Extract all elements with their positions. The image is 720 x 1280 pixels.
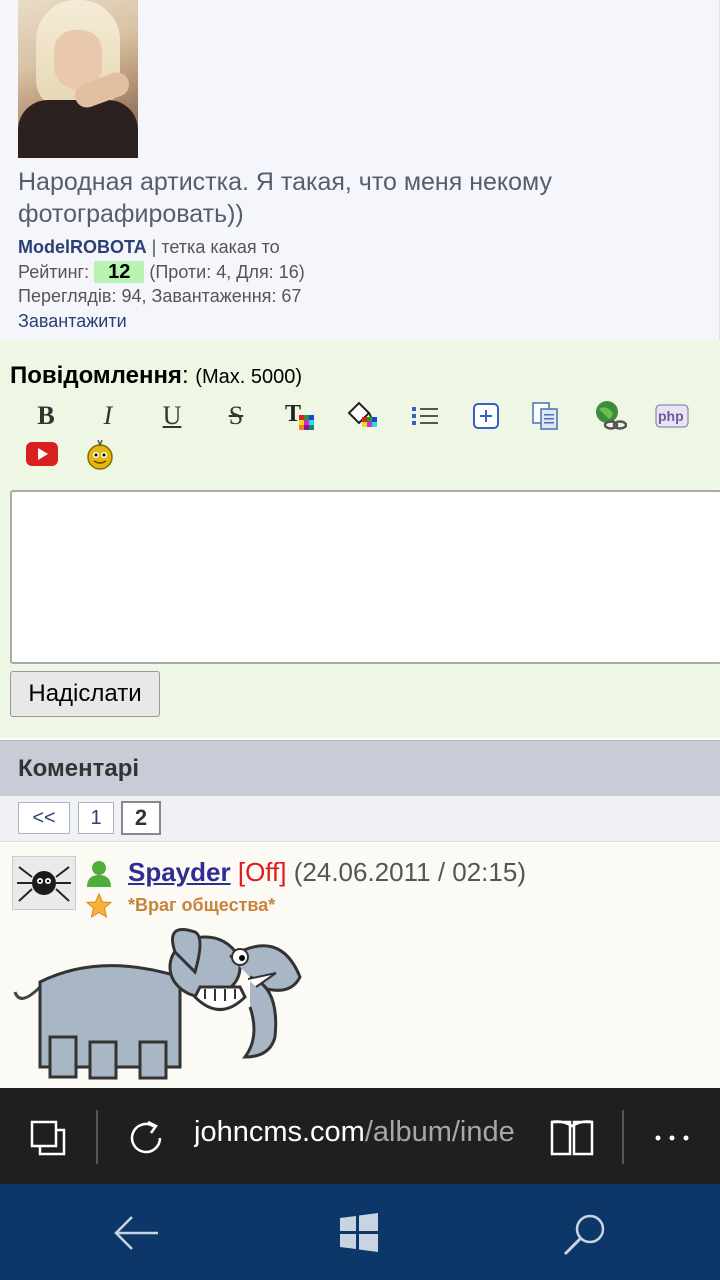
download-link[interactable]: Завантажити: [18, 309, 305, 334]
pager-page-1[interactable]: 1: [78, 802, 114, 834]
photo-body: [18, 100, 138, 158]
tabs-icon[interactable]: [28, 1118, 68, 1163]
comment-time: (24.06.2011 / 02:15): [293, 857, 526, 887]
url-icon[interactable]: [592, 398, 628, 434]
pager-page-2-current: 2: [121, 801, 161, 835]
svg-text:php: php: [658, 408, 684, 424]
message-form: Повідомлення: (Max. 5000) B I U S T php: [0, 340, 720, 738]
photo-author-note: | тетка какая то: [151, 237, 280, 257]
smiley-icon[interactable]: [82, 436, 118, 472]
url-host: johncms.com: [194, 1116, 365, 1148]
avatar: [12, 856, 76, 910]
strikethrough-icon[interactable]: S: [218, 398, 254, 434]
browser-address-bar: johncms.com/album/inde: [0, 1088, 720, 1184]
elephant-image: [10, 927, 310, 1088]
photo-author-link[interactable]: ModelROBOTA: [18, 237, 147, 257]
album-photo[interactable]: [18, 0, 138, 158]
photo-info-block: Народная артистка. Я такая, что меня нек…: [0, 0, 720, 340]
divider: [622, 1110, 624, 1164]
send-button[interactable]: Надіслати: [10, 671, 160, 717]
svg-text:T: T: [285, 401, 301, 427]
list-icon[interactable]: [408, 398, 444, 434]
rating-label: Рейтинг:: [18, 261, 90, 282]
bold-icon[interactable]: B: [28, 398, 64, 434]
online-status: [Off]: [237, 857, 287, 887]
text-color-icon[interactable]: T: [282, 398, 318, 434]
comments-title: Коментарі: [18, 755, 140, 782]
background-color-icon[interactable]: [344, 398, 380, 434]
photo-caption: Народная артистка. Я такая, что меня нек…: [18, 168, 553, 228]
php-icon[interactable]: php: [654, 398, 690, 434]
divider: [96, 1110, 98, 1164]
comment-header: Spayder [Off] (24.06.2011 / 02:15): [128, 857, 526, 888]
youtube-icon[interactable]: [24, 436, 60, 472]
pagination: << 1 2: [0, 796, 720, 842]
star-icon: [85, 892, 113, 924]
message-max: (Max. 5000): [195, 366, 302, 388]
photo-stats: Переглядів: 94, Завантаження: 67: [18, 286, 302, 306]
more-icon[interactable]: [652, 1130, 692, 1148]
refresh-icon[interactable]: [124, 1116, 168, 1165]
photo-meta: ModelROBOTA | тетка какая то Рейтинг: 12…: [18, 235, 305, 333]
comments-header: Коментарі: [0, 740, 720, 796]
url-path: /album/inde: [364, 1116, 515, 1148]
comment-item: Spayder [Off] (24.06.2011 / 02:15) *Враг…: [0, 843, 720, 1088]
message-input[interactable]: [10, 490, 720, 664]
system-nav-bar: [0, 1184, 720, 1280]
address-field[interactable]: johncms.com/album/inde: [194, 1116, 524, 1149]
spoiler-icon[interactable]: [468, 398, 504, 434]
back-icon[interactable]: [112, 1212, 160, 1259]
underline-icon[interactable]: U: [154, 398, 190, 434]
reading-view-icon[interactable]: [548, 1116, 596, 1165]
message-label-text: Повідомлення: [10, 362, 182, 389]
code-icon[interactable]: [528, 398, 564, 434]
pager-prev[interactable]: <<: [18, 802, 70, 834]
user-online-icon: [84, 859, 114, 894]
user-rank: *Враг общества*: [128, 895, 276, 915]
rating-badge: 12: [94, 260, 145, 283]
message-label: Повідомлення: (Max. 5000): [10, 362, 302, 389]
comment-author-link[interactable]: Spayder: [128, 857, 231, 887]
windows-icon[interactable]: [338, 1212, 380, 1259]
rating-votes: (Проти: 4, Для: 16): [149, 261, 305, 282]
italic-icon[interactable]: I: [90, 398, 126, 434]
search-icon[interactable]: [560, 1212, 608, 1263]
